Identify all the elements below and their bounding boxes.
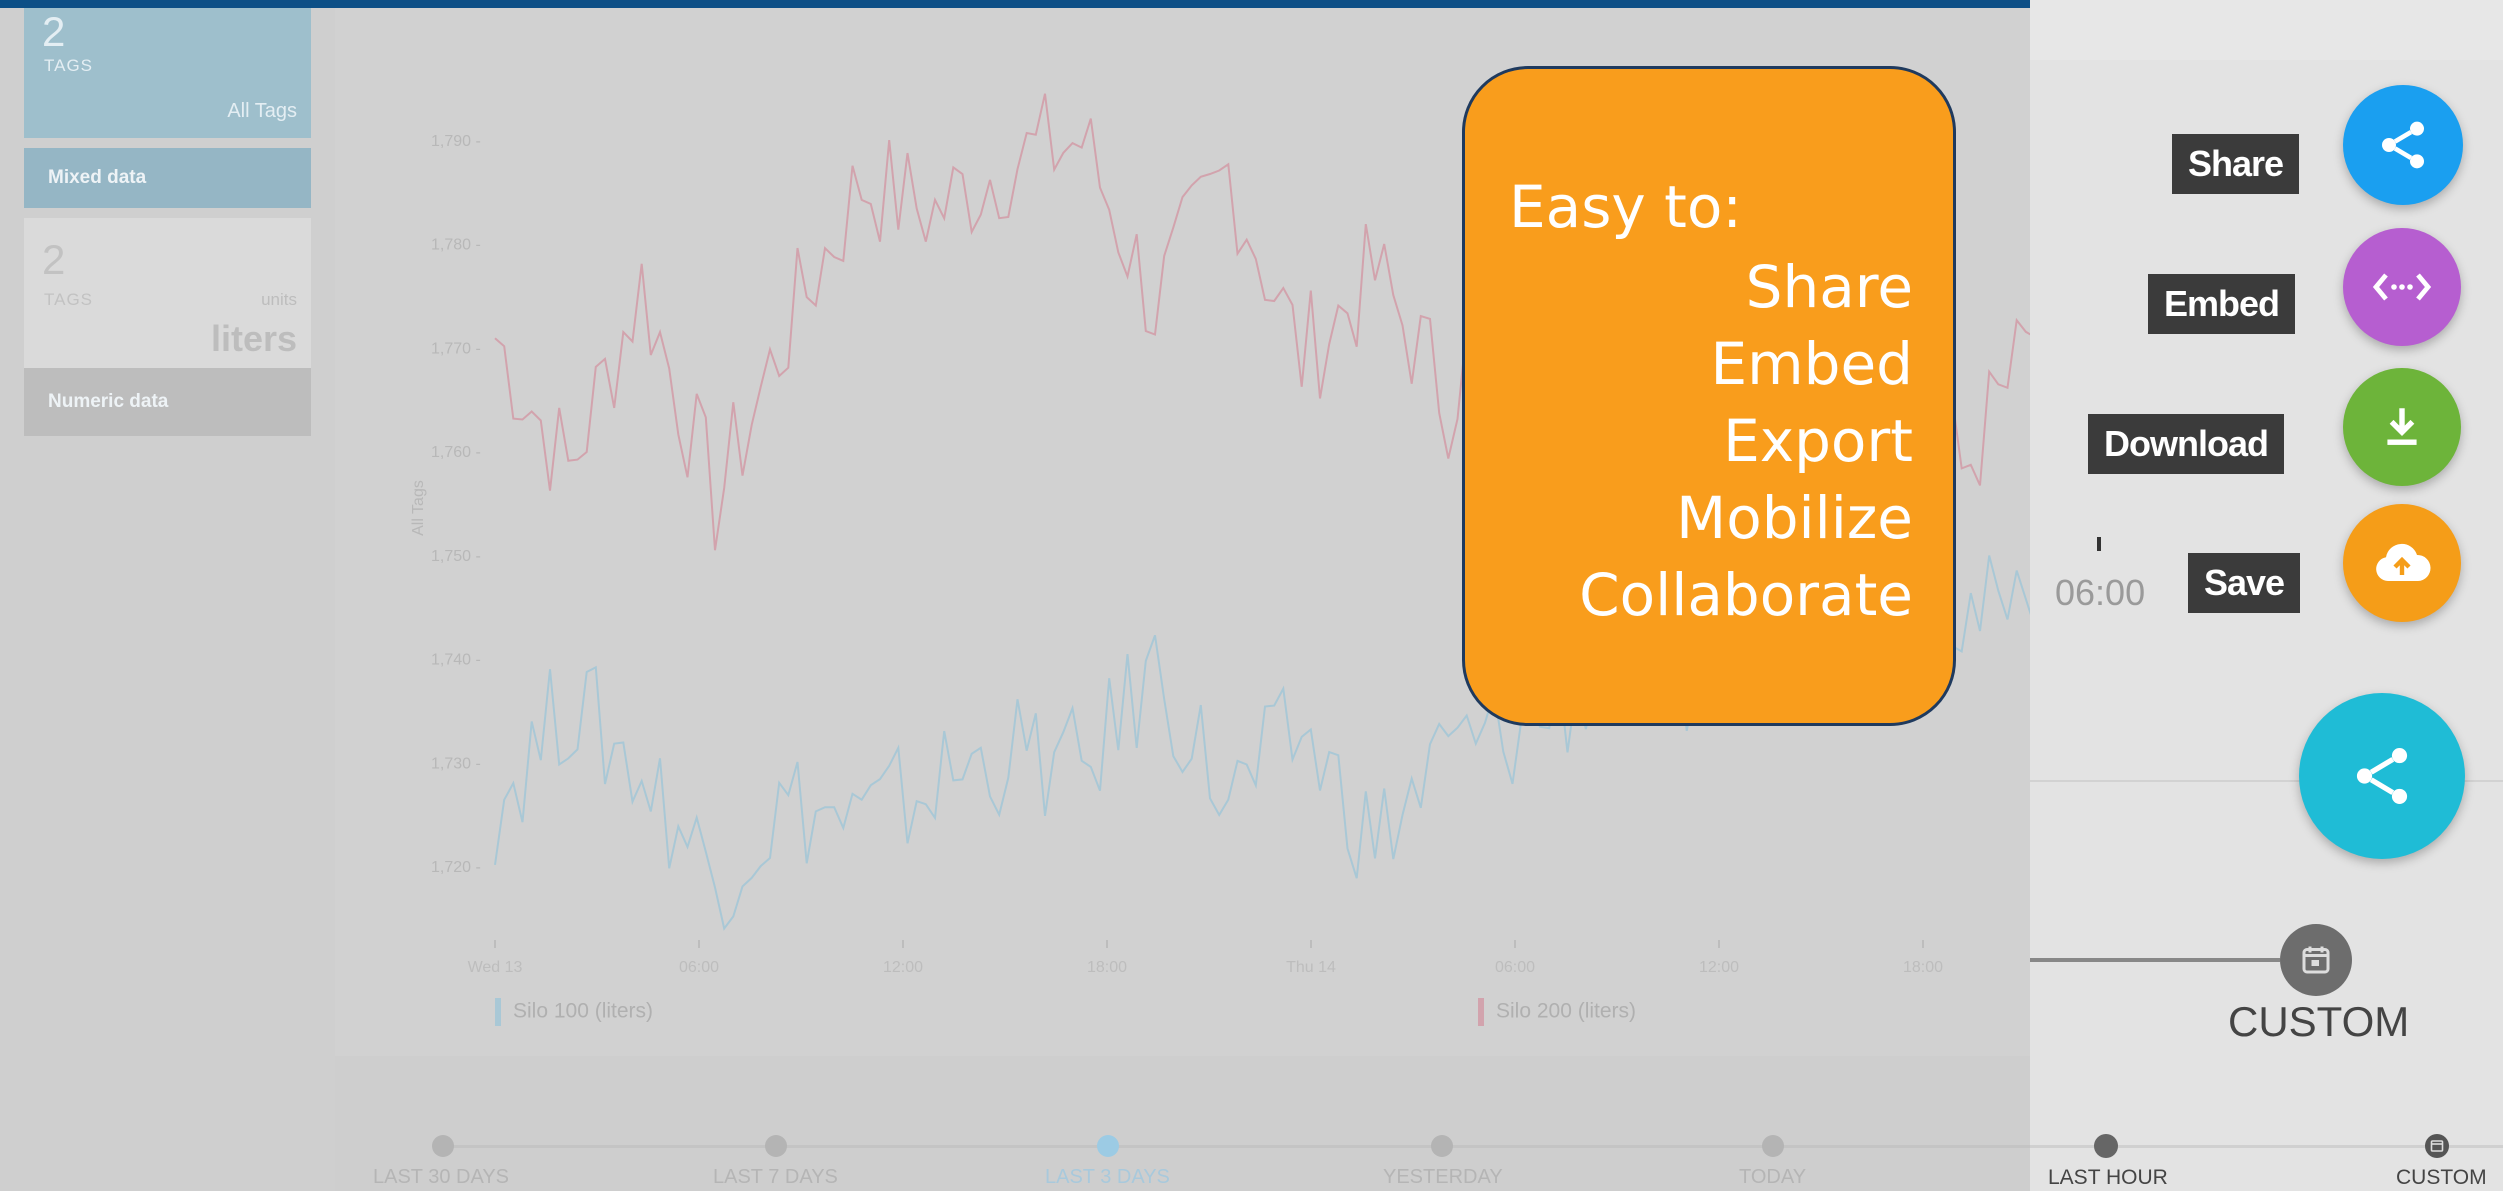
numeric-data-band[interactable]: Numeric data: [24, 368, 311, 436]
range-last-hour[interactable]: LAST HOUR: [2048, 1166, 2168, 1190]
share-icon: [2356, 748, 2408, 804]
sidebar: 2 TAGS All Tags Mixed data 2 TAGS units …: [0, 8, 335, 1191]
mixed-data-label: Mixed data: [48, 167, 147, 188]
panel-header: [2030, 0, 2503, 60]
all-tags-label: All Tags: [227, 100, 297, 122]
legend-swatch: [495, 998, 501, 1026]
download-icon: [2387, 408, 2417, 445]
code-icon: [2372, 273, 2432, 301]
legend-item-silo-200[interactable]: Silo 200 (liters): [1478, 998, 1636, 1026]
embed-action-label[interactable]: Embed: [2148, 274, 2296, 334]
tag-count-label: TAGS: [44, 56, 94, 75]
tag-count: 2: [42, 8, 66, 55]
custom-range-button[interactable]: [2280, 924, 2352, 996]
cloud-upload-icon: [2376, 543, 2431, 581]
legend-item-silo-100[interactable]: Silo 100 (liters): [495, 998, 653, 1026]
x-tick-label: 06:00: [1495, 959, 1535, 976]
callout-item: Mobilize: [1676, 484, 1913, 552]
tag-count-label: TAGS: [44, 290, 94, 309]
y-tick-label: 1,790 -: [431, 133, 481, 150]
x-tick-label: 18:00: [1903, 959, 1943, 976]
range-yesterday[interactable]: YESTERDAY: [1383, 1166, 1503, 1189]
share-action-button[interactable]: [2343, 85, 2463, 205]
range-last-7-days[interactable]: LAST 7 DAYS: [713, 1166, 838, 1189]
time-range-timeline: LAST 30 DAYS LAST 7 DAYS LAST 3 DAYS YES…: [335, 1056, 2030, 1191]
calendar-icon: [2302, 946, 2330, 974]
y-tick-label: 1,750 -: [431, 548, 481, 565]
x-tick-label: Thu 14: [1286, 959, 1336, 976]
callout-item: Export: [1723, 407, 1913, 475]
embed-action-button[interactable]: [2343, 228, 2461, 346]
range-track: [2030, 958, 2280, 962]
y-axis-label: All Tags: [410, 480, 427, 536]
y-tick-label: 1,780 -: [431, 237, 481, 254]
tag-card-mixed[interactable]: 2 TAGS All Tags: [24, 8, 311, 138]
y-tick-label: 1,760 -: [431, 444, 481, 461]
legend-swatch: [1478, 998, 1484, 1026]
y-tick-label: 1,770 -: [431, 340, 481, 357]
x-tick-label: 12:00: [883, 959, 923, 976]
axis-tick: [2097, 537, 2101, 551]
save-action-label[interactable]: Save: [2188, 553, 2301, 613]
range-last-3-days[interactable]: LAST 3 DAYS: [1045, 1166, 1170, 1189]
share-action-label[interactable]: Share: [2172, 134, 2300, 194]
y-tick-label: 1,730 -: [431, 755, 481, 772]
tag-card-numeric[interactable]: 2 TAGS units liters: [24, 218, 311, 368]
callout-title: Easy to:: [1509, 173, 1742, 241]
legend-label: Silo 200 (liters): [1496, 999, 1637, 1023]
feature-callout: Easy to: Share Embed Export Mobilize Col…: [1462, 66, 1956, 726]
x-tick-label: 12:00: [1699, 959, 1739, 976]
range-today[interactable]: TODAY: [1739, 1166, 1806, 1189]
legend-label: Silo 100 (liters): [513, 999, 654, 1023]
time-label: 06:00: [2055, 572, 2146, 613]
timeline-track: [443, 1145, 2030, 1148]
x-tick-label: 18:00: [1087, 959, 1127, 976]
timeline-dot[interactable]: [1431, 1135, 1453, 1157]
units-value: liters: [210, 318, 297, 359]
callout-item: Collaborate: [1579, 561, 1913, 629]
timeline-dot-last-hour[interactable]: [2094, 1134, 2118, 1158]
x-tick-label: Wed 13: [468, 959, 523, 976]
callout-item: Share: [1745, 253, 1913, 321]
callout-list: Share Embed Export Mobilize Collaborate: [1579, 249, 1913, 634]
tag-count: 2: [42, 236, 66, 283]
main-share-fab[interactable]: [2299, 693, 2465, 859]
custom-range-label[interactable]: CUSTOM: [2228, 998, 2409, 1046]
y-tick-label: 1,720 -: [431, 859, 481, 876]
range-last-30-days[interactable]: LAST 30 DAYS: [373, 1166, 509, 1189]
timeline-dot-custom[interactable]: [2425, 1134, 2449, 1158]
share-icon: [2382, 121, 2424, 169]
timeline-dot-active[interactable]: [1097, 1135, 1119, 1157]
mixed-data-band[interactable]: Mixed data: [24, 148, 311, 208]
download-action-button[interactable]: [2343, 368, 2461, 486]
callout-item: Embed: [1710, 330, 1913, 398]
timeline-dot[interactable]: [765, 1135, 787, 1157]
download-action-label[interactable]: Download: [2088, 414, 2284, 474]
save-action-button[interactable]: [2343, 504, 2461, 622]
calendar-icon: [2430, 1140, 2444, 1152]
units-label: units: [261, 290, 297, 309]
timeline-dot[interactable]: [432, 1135, 454, 1157]
range-custom[interactable]: CUSTOM: [2396, 1166, 2487, 1190]
y-tick-label: 1,740 -: [431, 652, 481, 669]
numeric-data-label: Numeric data: [48, 391, 169, 412]
x-tick-label: 06:00: [679, 959, 719, 976]
timeline-dot[interactable]: [1762, 1135, 1784, 1157]
